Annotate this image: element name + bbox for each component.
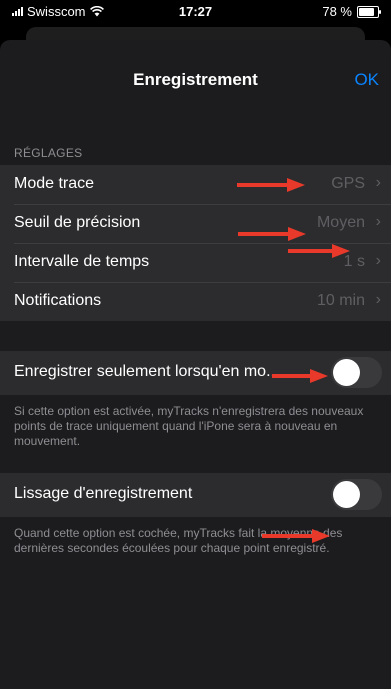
battery-icon: [357, 5, 381, 18]
setting-label: Seuil de précision: [14, 214, 141, 231]
chevron-right-icon: ›: [375, 213, 381, 230]
setting-label: Notifications: [14, 292, 102, 309]
annotation-arrow-icon: [288, 244, 350, 258]
toggle-knob: [333, 481, 360, 508]
setting-value: Moyen: [316, 214, 365, 231]
record-moving-row: Enregistrer seulement lorsqu'en mo...: [0, 351, 391, 395]
setting-row-notifications[interactable]: Notifications 10 min ›: [0, 282, 391, 321]
annotation-arrow-icon: [272, 369, 328, 383]
ok-button[interactable]: OK: [354, 70, 379, 90]
annotation-arrow-icon: [238, 227, 306, 241]
settings-group: Mode trace GPS › Seuil de précision Moye…: [0, 165, 391, 321]
status-right: 78 %: [322, 4, 381, 19]
record-moving-toggle[interactable]: [331, 357, 382, 388]
chevron-right-icon: ›: [375, 291, 381, 308]
smoothing-row: Lissage d'enregistrement: [0, 473, 391, 517]
setting-row-seuil-precision[interactable]: Seuil de précision Moyen ›: [0, 204, 391, 243]
chevron-right-icon: ›: [375, 174, 381, 191]
record-moving-label: Enregistrer seulement lorsqu'en mo...: [14, 363, 280, 380]
smoothing-group: Lissage d'enregistrement: [0, 473, 391, 517]
nav-bar: Enregistrement OK: [0, 40, 391, 116]
settings-sheet: Enregistrement OK RÉGLAGES Mode trace GP…: [0, 40, 391, 689]
annotation-arrow-icon: [237, 178, 305, 192]
setting-label: Mode trace: [14, 175, 95, 192]
setting-value: GPS: [331, 175, 365, 192]
toggle-knob: [333, 359, 360, 386]
battery-percent: 78 %: [322, 4, 352, 19]
setting-value: 10 min: [316, 292, 365, 309]
smoothing-toggle[interactable]: [331, 479, 382, 510]
chevron-right-icon: ›: [375, 252, 381, 269]
setting-label: Intervalle de temps: [14, 253, 150, 270]
record-moving-footnote: Si cette option est activée, myTracks n'…: [14, 404, 364, 448]
annotation-arrow-icon: [262, 529, 330, 543]
smoothing-label: Lissage d'enregistrement: [14, 485, 193, 502]
status-bar: Swisscom 17:27 78 %: [0, 0, 391, 22]
section-header: RÉGLAGES: [14, 146, 83, 160]
page-title: Enregistrement: [133, 70, 258, 89]
record-moving-group: Enregistrer seulement lorsqu'en mo...: [0, 351, 391, 395]
setting-row-mode-trace[interactable]: Mode trace GPS ›: [0, 165, 391, 204]
